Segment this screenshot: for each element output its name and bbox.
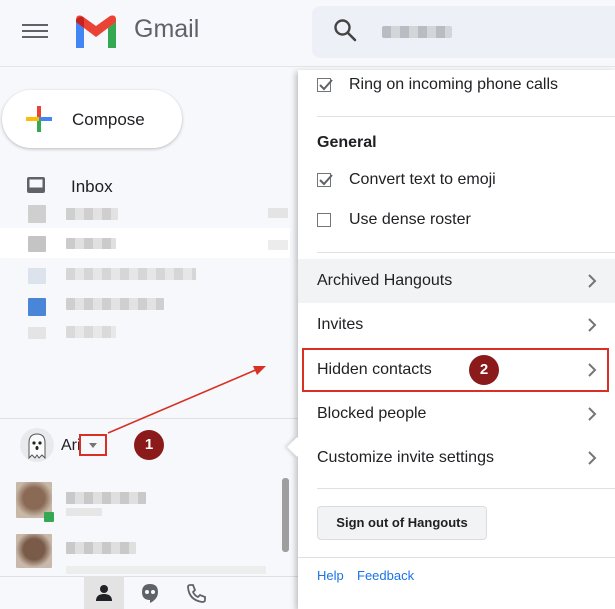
person-icon[interactable]: [93, 582, 115, 604]
contact-status-redacted: [66, 508, 102, 516]
chevron-right-icon: [588, 451, 597, 465]
contact-online-indicator: [44, 512, 54, 522]
chevron-right-icon: [588, 363, 597, 377]
phone-icon[interactable]: [185, 582, 207, 604]
menu-item-invites[interactable]: Invites: [298, 303, 615, 347]
section-divider: [317, 488, 615, 489]
general-section-title: General: [317, 134, 377, 151]
dense-roster-label: Use dense roster: [349, 211, 471, 228]
contact-status-redacted: [66, 566, 266, 574]
contact-name-redacted[interactable]: [66, 542, 136, 554]
menu-item-label: Hidden contacts: [317, 361, 432, 378]
quote-bubble-icon[interactable]: [139, 582, 161, 604]
dense-roster-checkbox[interactable]: [317, 213, 331, 227]
panel-footer-divider: [298, 557, 615, 558]
contact-avatar-redacted[interactable]: [16, 534, 52, 568]
checkmark-icon: [319, 174, 333, 186]
annotation-badge-2: 2: [469, 355, 499, 385]
sign-out-button[interactable]: Sign out of Hangouts: [317, 506, 487, 540]
menu-item-label: Blocked people: [317, 405, 427, 422]
chevron-right-icon: [588, 274, 597, 288]
feedback-link[interactable]: Feedback: [357, 568, 414, 583]
bottom-bar-divider: [0, 576, 300, 577]
convert-emoji-checkbox[interactable]: [317, 173, 333, 187]
menu-item-label: Archived Hangouts: [317, 272, 453, 289]
section-divider: [317, 116, 615, 117]
menu-item-customize-invite-settings[interactable]: Customize invite settings: [298, 436, 615, 480]
menu-item-hidden-contacts[interactable]: Hidden contacts: [298, 348, 615, 392]
section-divider: [317, 252, 615, 253]
menu-item-archived-hangouts[interactable]: Archived Hangouts: [298, 259, 615, 303]
help-link[interactable]: Help: [317, 568, 344, 583]
chevron-right-icon: [588, 407, 597, 421]
contact-name-redacted[interactable]: [66, 492, 146, 504]
checkmark-icon: [319, 79, 333, 91]
ring-calls-label: Ring on incoming phone calls: [349, 76, 559, 93]
ring-calls-checkbox[interactable]: [317, 78, 333, 92]
convert-emoji-label: Convert text to emoji: [349, 171, 496, 188]
chevron-right-icon: [588, 318, 597, 332]
menu-item-label: Invites: [317, 316, 364, 333]
menu-item-blocked-people[interactable]: Blocked people: [298, 392, 615, 436]
menu-item-label: Customize invite settings: [317, 449, 494, 466]
contacts-scrollbar[interactable]: [282, 478, 289, 552]
